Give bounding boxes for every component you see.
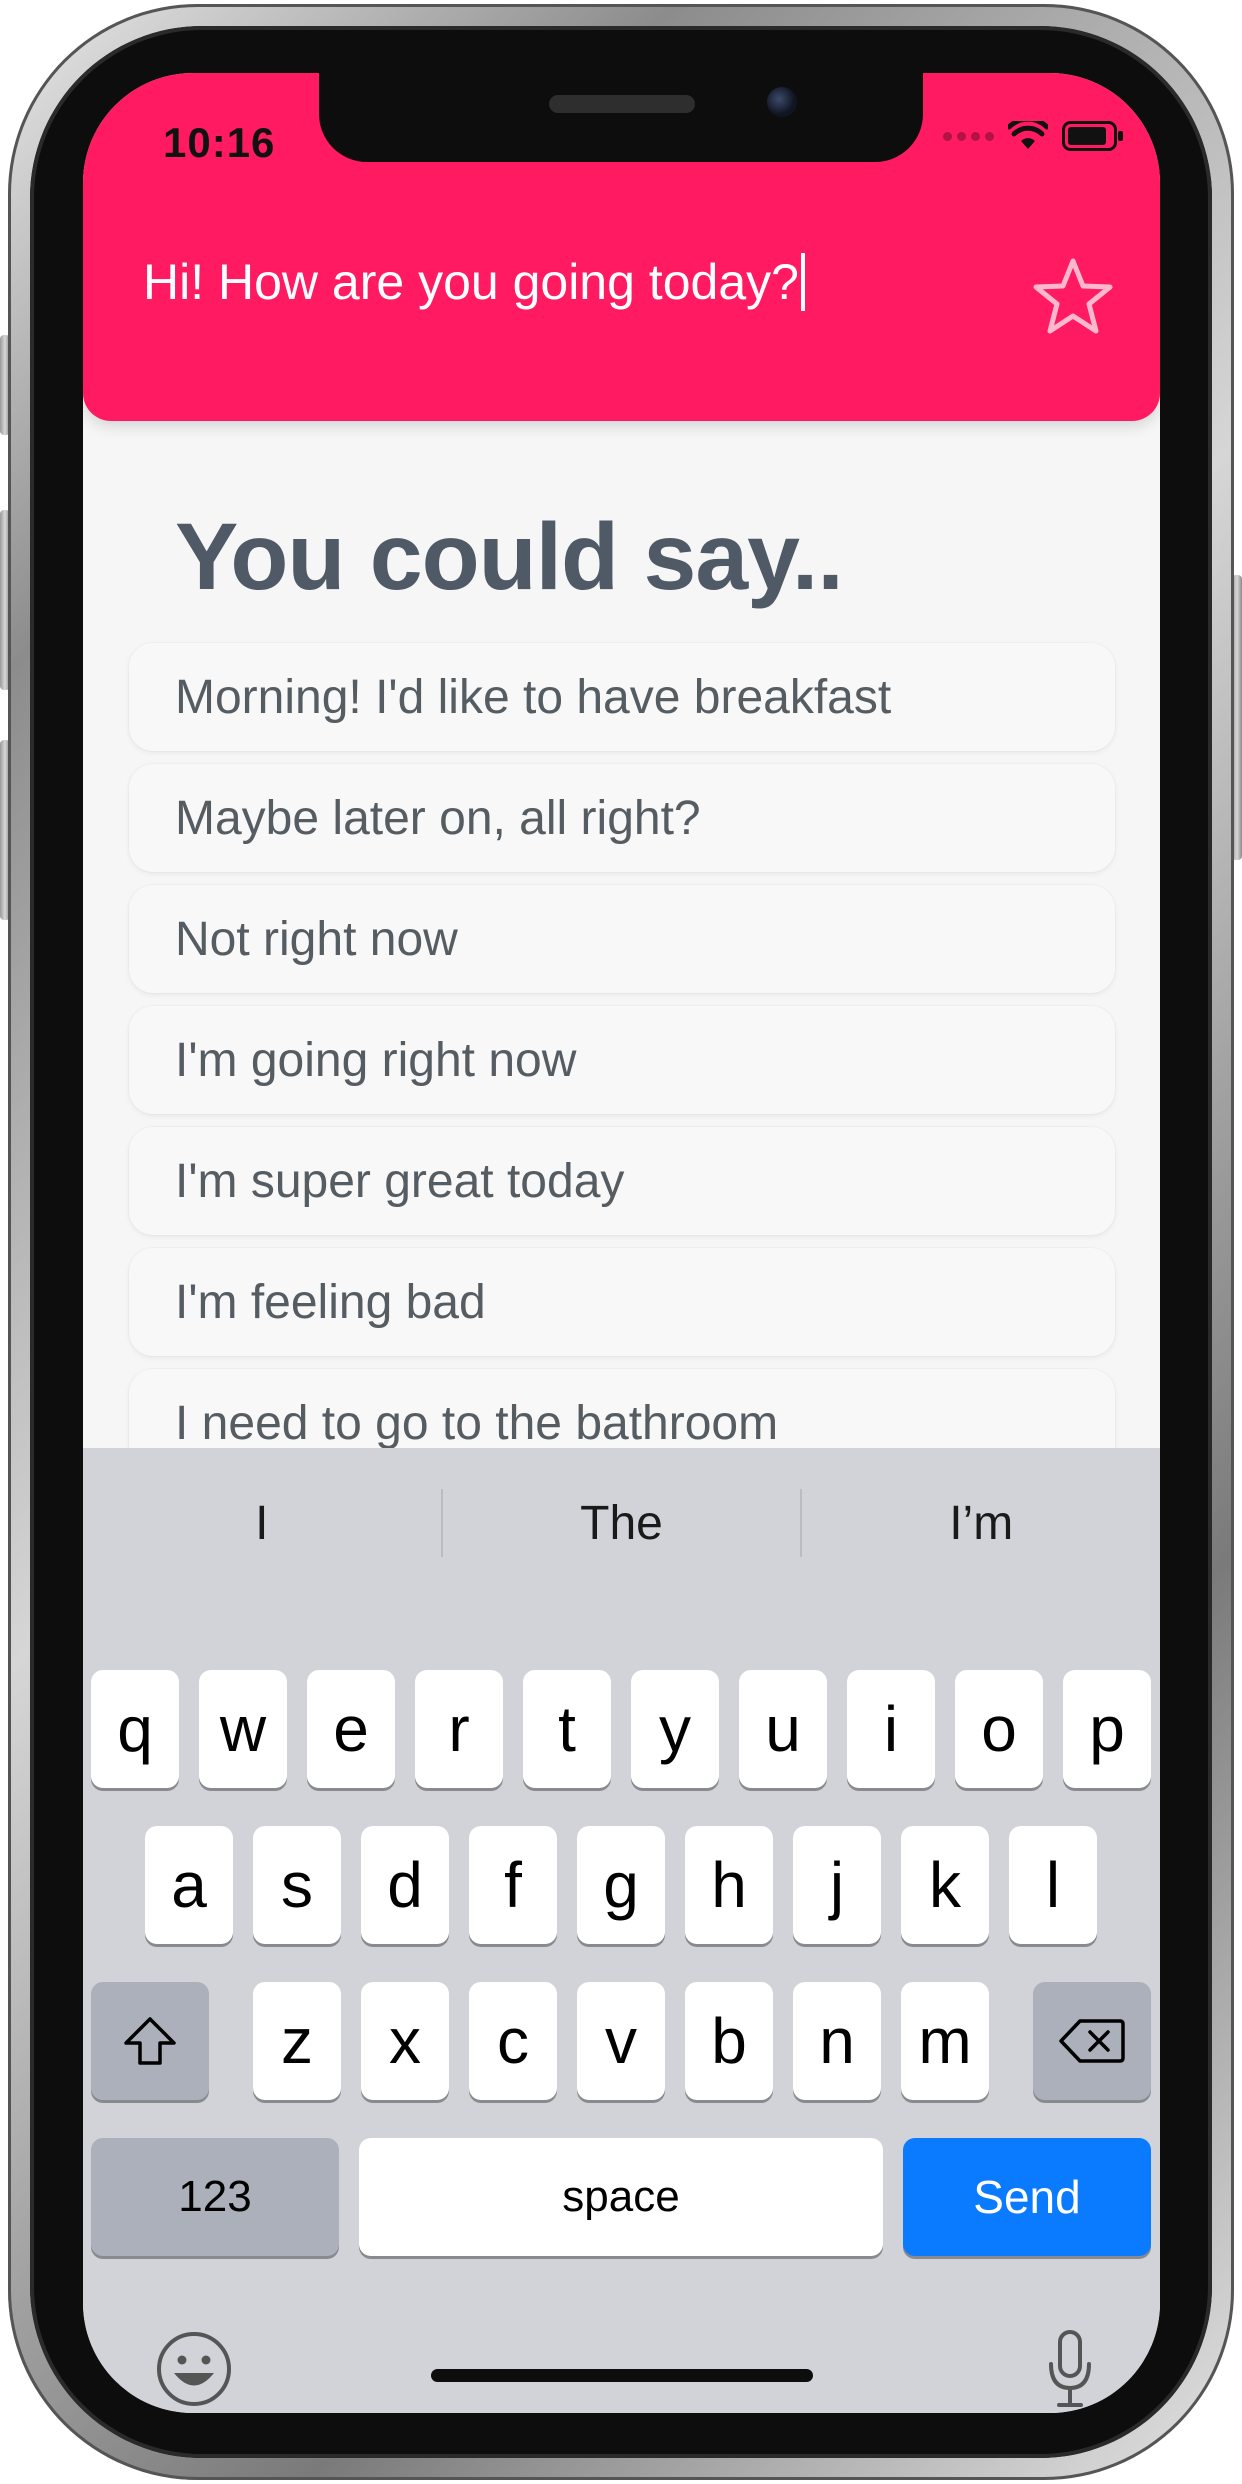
key-t[interactable]: t [523, 1670, 611, 1788]
home-indicator[interactable] [431, 2369, 813, 2382]
backspace-icon [1059, 2019, 1125, 2063]
key-z[interactable]: z [253, 1982, 341, 2100]
key-n[interactable]: n [793, 1982, 881, 2100]
query-input[interactable]: Hi! How are you going today? [143, 253, 805, 311]
backspace-key[interactable] [1033, 1982, 1151, 2100]
suggestion-list: Morning! I'd like to have breakfast Mayb… [129, 643, 1115, 1490]
text-caret [800, 253, 805, 311]
shift-icon [124, 2017, 176, 2065]
shift-key[interactable] [91, 1982, 209, 2100]
key-r[interactable]: r [415, 1670, 503, 1788]
key-y[interactable]: y [631, 1670, 719, 1788]
numbers-key[interactable]: 123 [91, 2138, 339, 2256]
key-f[interactable]: f [469, 1826, 557, 1944]
prediction-bar: I The I’m [83, 1448, 1160, 1598]
key-q[interactable]: q [91, 1670, 179, 1788]
suggestion-item[interactable]: I'm feeling bad [129, 1248, 1115, 1356]
prediction-2[interactable]: The [443, 1496, 801, 1551]
key-w[interactable]: w [199, 1670, 287, 1788]
suggestions-heading: You could say.. [175, 504, 844, 610]
signal-icon [943, 131, 994, 141]
key-s[interactable]: s [253, 1826, 341, 1944]
status-indicators [943, 121, 1124, 151]
key-p[interactable]: p [1063, 1670, 1151, 1788]
keyboard: I The I’m q w e r t y u i o p a s d f g … [83, 1448, 1160, 2413]
key-d[interactable]: d [361, 1826, 449, 1944]
emoji-icon[interactable] [155, 2330, 233, 2408]
key-l[interactable]: l [1009, 1826, 1097, 1944]
key-h[interactable]: h [685, 1826, 773, 1944]
suggestion-item[interactable]: Morning! I'd like to have breakfast [129, 643, 1115, 751]
query-text: Hi! How are you going today? [143, 254, 799, 310]
key-k[interactable]: k [901, 1826, 989, 1944]
key-b[interactable]: b [685, 1982, 773, 2100]
key-o[interactable]: o [955, 1670, 1043, 1788]
app-screen: 10:16 Hi! How are you going today? You c… [83, 73, 1160, 2413]
suggestion-item[interactable]: Maybe later on, all right? [129, 764, 1115, 872]
suggestion-item[interactable]: I'm going right now [129, 1006, 1115, 1114]
key-v[interactable]: v [577, 1982, 665, 2100]
send-button[interactable]: Send [903, 2138, 1151, 2256]
key-g[interactable]: g [577, 1826, 665, 1944]
prediction-1[interactable]: I [83, 1496, 441, 1551]
suggestion-item[interactable]: I'm super great today [129, 1127, 1115, 1235]
favorite-star-icon[interactable] [1028, 253, 1118, 343]
key-j[interactable]: j [793, 1826, 881, 1944]
key-u[interactable]: u [739, 1670, 827, 1788]
key-c[interactable]: c [469, 1982, 557, 2100]
suggestion-item[interactable]: Not right now [129, 885, 1115, 993]
status-time: 10:16 [163, 119, 276, 166]
key-m[interactable]: m [901, 1982, 989, 2100]
microphone-icon[interactable] [1045, 2328, 1095, 2410]
notch [319, 73, 923, 162]
key-i[interactable]: i [847, 1670, 935, 1788]
key-x[interactable]: x [361, 1982, 449, 2100]
key-e[interactable]: e [307, 1670, 395, 1788]
key-a[interactable]: a [145, 1826, 233, 1944]
prediction-3[interactable]: I’m [802, 1496, 1160, 1551]
earpiece-speaker [549, 95, 695, 113]
battery-icon [1062, 121, 1123, 151]
front-camera [767, 87, 797, 117]
space-key[interactable]: space [359, 2138, 883, 2256]
wifi-icon [1008, 121, 1048, 149]
